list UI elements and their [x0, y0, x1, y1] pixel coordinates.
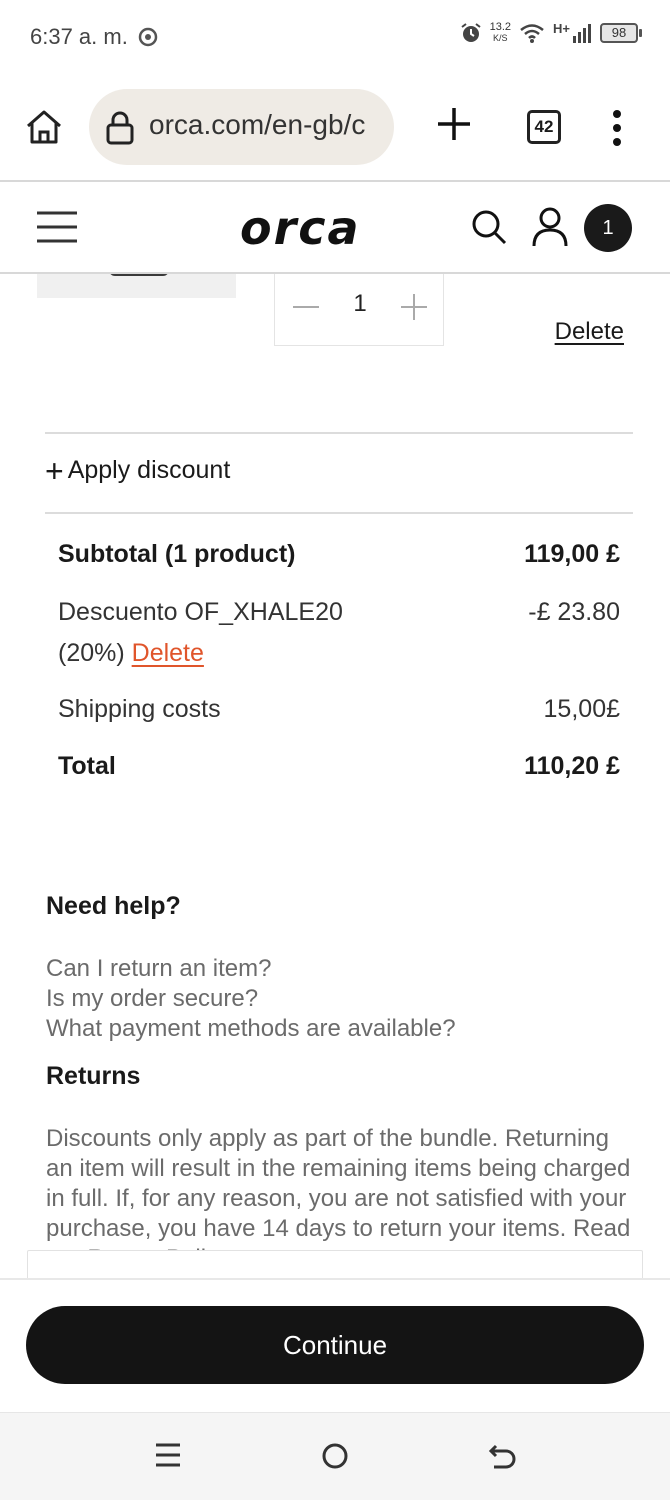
help-link-payment[interactable]: What payment methods are available?: [46, 1014, 456, 1044]
network-speed: 13.2 K/S: [490, 22, 511, 44]
hamburger-menu-icon[interactable]: [36, 210, 78, 244]
total-row: Total 110,20 £: [58, 752, 620, 781]
help-title: Need help?: [46, 892, 181, 920]
product-thumbnail[interactable]: [37, 270, 236, 298]
network-speed-unit: K/S: [493, 33, 508, 43]
shipping-label: Shipping costs: [58, 695, 221, 723]
network-type: H+: [553, 20, 570, 36]
recent-apps-icon[interactable]: [154, 1441, 182, 1469]
url-text: orca.com/en-gb/c: [149, 109, 366, 140]
discount-value: -£ 23.80: [528, 598, 620, 626]
help-link-secure[interactable]: Is my order secure?: [46, 984, 456, 1014]
system-nav-bar: [0, 1412, 670, 1500]
delete-item-link[interactable]: Delete: [555, 318, 624, 346]
lock-icon: [106, 111, 134, 145]
returns-title: Returns: [46, 1062, 141, 1090]
remove-discount-link[interactable]: Delete: [132, 639, 204, 667]
help-link-return[interactable]: Can I return an item?: [46, 954, 456, 984]
discount-percent: (20%): [58, 639, 125, 667]
back-icon[interactable]: [488, 1441, 518, 1471]
new-tab-icon[interactable]: [434, 104, 474, 144]
apply-discount-button[interactable]: + Apply discount: [45, 452, 231, 489]
chrome-notification-icon: [138, 27, 158, 47]
divider: [45, 432, 633, 434]
browser-toolbar: orca.com/en-gb/c 42: [0, 76, 670, 180]
checkout-footer: Continue: [0, 1250, 670, 1412]
search-icon[interactable]: [470, 208, 508, 246]
total-label: Total: [58, 752, 116, 780]
site-header: orca 1: [0, 180, 670, 274]
plus-icon: +: [45, 452, 64, 489]
status-bar: 6:37 a. m. 13.2 K/S H+ 98: [0, 0, 670, 76]
wifi-icon: [520, 24, 544, 43]
collapsed-panel-edge[interactable]: [27, 1250, 643, 1280]
battery-icon: 98: [600, 23, 642, 43]
subtotal-row: Subtotal (1 product) 119,00 £: [58, 540, 620, 569]
shipping-value: 15,00£: [543, 695, 620, 723]
discount-label: Descuento OF_XHALE20 (20%) Delete: [58, 592, 343, 674]
cart-button[interactable]: 1: [584, 204, 632, 252]
total-value: 110,20 £: [524, 752, 620, 780]
divider: [45, 512, 633, 514]
continue-button[interactable]: Continue: [26, 1306, 644, 1384]
account-icon[interactable]: [532, 206, 568, 248]
tab-switcher-button[interactable]: 42: [527, 110, 561, 144]
battery-level: 98: [600, 23, 638, 43]
signal-icon: [573, 24, 591, 43]
home-circle-icon[interactable]: [320, 1441, 350, 1471]
network-speed-value: 13.2: [489, 21, 512, 33]
discount-row: Descuento OF_XHALE20 (20%) Delete -£ 23.…: [58, 592, 620, 674]
status-time: 6:37 a. m.: [30, 24, 128, 49]
divider: [0, 1278, 670, 1280]
returns-text: Discounts only apply as part of the bund…: [46, 1125, 631, 1250]
subtotal-value: 119,00 £: [524, 540, 620, 568]
increase-quantity-icon[interactable]: [399, 292, 429, 322]
apply-discount-label: Apply discount: [67, 456, 231, 484]
browser-menu-icon[interactable]: [607, 108, 627, 148]
quantity-stepper: 1: [274, 270, 444, 346]
address-bar[interactable]: orca.com/en-gb/c: [89, 89, 394, 165]
subtotal-label: Subtotal (1 product): [58, 540, 296, 568]
discount-code: Descuento OF_XHALE20: [58, 598, 343, 626]
status-icons: 13.2 K/S H+ 98: [460, 20, 642, 44]
help-links: Can I return an item? Is my order secure…: [46, 954, 456, 1044]
shipping-row: Shipping costs 15,00£: [58, 695, 620, 724]
alarm-icon: [460, 23, 481, 42]
logo-text: orca: [240, 206, 361, 254]
home-icon[interactable]: [24, 107, 64, 147]
orca-logo[interactable]: orca: [240, 206, 430, 254]
